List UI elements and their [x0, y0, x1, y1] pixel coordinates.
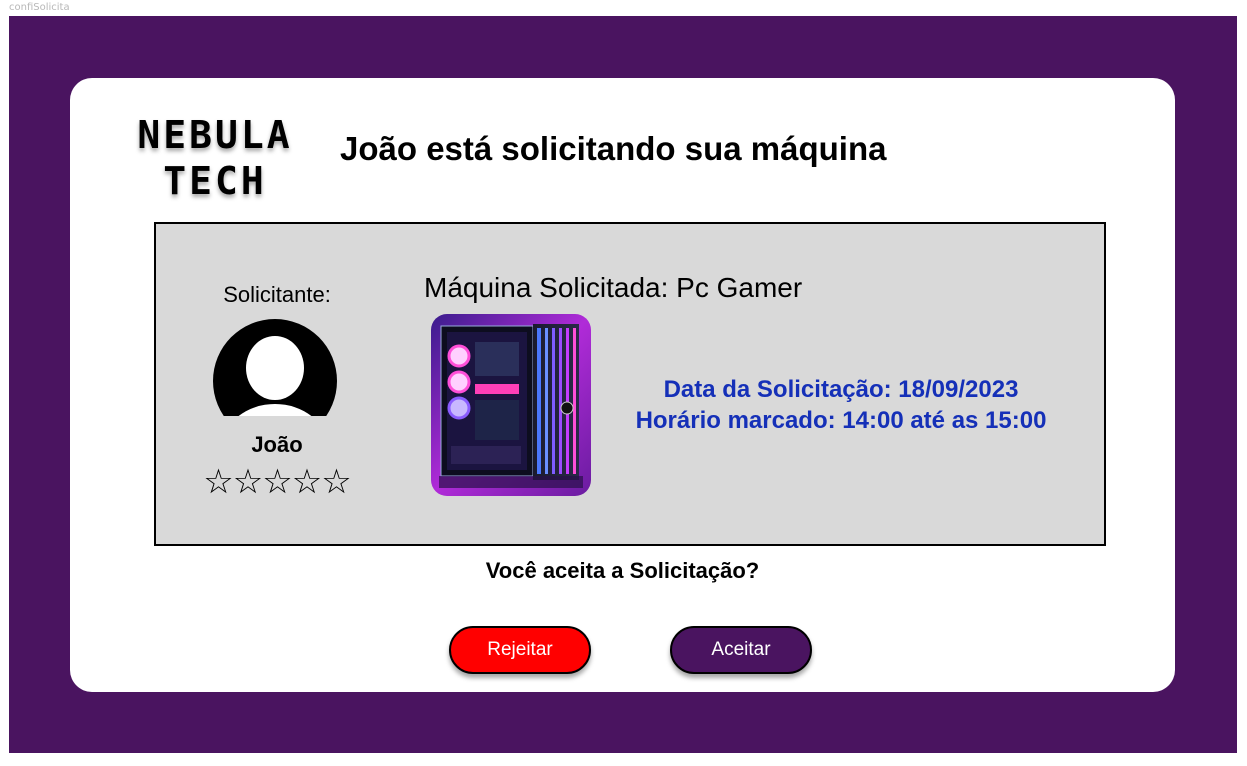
request-date: Data da Solicitação: 18/09/2023 — [663, 376, 1019, 403]
accept-button[interactable]: Aceitar — [670, 626, 812, 674]
app-frame: NEBULA TECH João está solicitando sua má… — [9, 16, 1237, 753]
reject-button[interactable]: Rejeitar — [449, 626, 591, 674]
request-details-panel: Solicitante: João ☆☆☆☆☆ Máquina Solicita… — [154, 222, 1106, 546]
machine-title: Máquina Solicitada: Pc Gamer — [424, 272, 803, 303]
scheduled-time: Horário marcado: 14:00 até as 15:00 — [635, 407, 1047, 434]
logo-line-2: TECH — [163, 159, 267, 203]
frame-label: confiSolicita — [9, 2, 70, 13]
accept-question: Você aceita a Solicitação? — [485, 558, 760, 583]
user-avatar-icon — [212, 319, 338, 418]
requester-label: Solicitante: — [223, 282, 331, 307]
page-title: João está solicitando sua máquina — [340, 130, 887, 167]
schedule-info: Data da Solicitação: 18/09/2023 Horário … — [621, 374, 1061, 436]
requester-name: João — [251, 432, 303, 457]
request-card: NEBULA TECH João está solicitando sua má… — [70, 78, 1175, 692]
gaming-pc-image — [431, 314, 591, 496]
nebula-tech-logo: NEBULA TECH — [120, 112, 310, 204]
logo-line-1: NEBULA — [137, 113, 293, 157]
rating-stars: ☆☆☆☆☆ — [203, 462, 351, 502]
